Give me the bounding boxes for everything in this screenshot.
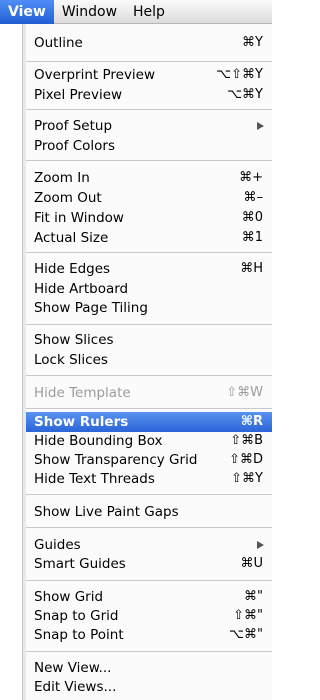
- menu-separator: [26, 252, 272, 253]
- view-menu: Outline ⌘Y Overprint Preview ⌥⇧⌘Y Pixel …: [26, 24, 272, 700]
- menu-item-overprint-preview[interactable]: Overprint Preview ⌥⇧⌘Y: [26, 65, 272, 85]
- menu-item-shortcut: ⌥⇧⌘Y: [216, 67, 263, 82]
- menu-item-show-grid[interactable]: Show Grid ⌘": [26, 587, 272, 607]
- menu-separator: [26, 375, 272, 376]
- menu-item-shortcut: ⌘R: [240, 414, 263, 429]
- menu-separator: [26, 527, 272, 528]
- menu-separator: [26, 109, 272, 110]
- menu-item-shortcut: ⇧⌘D: [229, 452, 263, 467]
- menu-item-label: Overprint Preview: [34, 67, 156, 83]
- menu-item-label: Hide Edges: [34, 261, 111, 277]
- submenu-arrow-icon: [257, 122, 264, 130]
- menu-item-guides[interactable]: Guides: [26, 535, 272, 555]
- menu-item-hide-template: Hide Template ⇧⌘W: [26, 383, 272, 403]
- menu-item-hide-edges[interactable]: Hide Edges ⌘H: [26, 259, 272, 279]
- menu-item-label: Smart Guides: [34, 556, 126, 572]
- menu-item-label: Hide Template: [34, 385, 131, 401]
- menu-item-hide-text-threads[interactable]: Hide Text Threads ⇧⌘Y: [26, 469, 272, 489]
- menu-bar: View Window Help: [0, 0, 272, 24]
- menu-item-label: Show Live Paint Gaps: [34, 504, 179, 520]
- menubar-item-window[interactable]: Window: [54, 0, 125, 24]
- menu-item-label: Show Rulers: [34, 414, 129, 430]
- menu-item-label: Actual Size: [34, 230, 109, 246]
- menu-item-proof-setup[interactable]: Proof Setup: [26, 116, 272, 136]
- menu-item-shortcut: ⇧⌘B: [230, 433, 263, 448]
- menu-item-proof-colors[interactable]: Proof Colors: [26, 136, 272, 156]
- menu-separator: [26, 651, 272, 652]
- menu-item-label: Zoom Out: [34, 190, 102, 206]
- menu-item-shortcut: ⌥⌘": [229, 627, 263, 642]
- menu-item-label: Snap to Point: [34, 627, 124, 643]
- menu-item-label: Show Transparency Grid: [34, 452, 198, 468]
- menu-item-shortcut: ⌘H: [240, 261, 263, 276]
- menu-item-shortcut: ⌘+: [239, 170, 263, 185]
- menu-separator: [26, 494, 272, 495]
- menu-item-shortcut: ⌥⌘Y: [227, 87, 263, 102]
- menu-item-label: Show Grid: [34, 589, 104, 605]
- menu-item-label: Outline: [34, 35, 83, 51]
- menu-item-edit-views[interactable]: Edit Views...: [26, 677, 272, 697]
- menu-item-label: New View...: [34, 660, 112, 676]
- menu-item-show-rulers[interactable]: Show Rulers ⌘R: [26, 412, 272, 432]
- menubar-item-view[interactable]: View: [0, 0, 54, 24]
- menu-item-snap-to-grid[interactable]: Snap to Grid ⇧⌘": [26, 606, 272, 626]
- menu-item-snap-to-point[interactable]: Snap to Point ⌥⌘": [26, 625, 272, 645]
- menu-item-label: Pixel Preview: [34, 87, 123, 103]
- menu-item-label: Edit Views...: [34, 679, 117, 695]
- menu-item-show-live-paint-gaps[interactable]: Show Live Paint Gaps: [26, 502, 272, 522]
- menu-separator: [26, 324, 272, 325]
- menu-item-pixel-preview[interactable]: Pixel Preview ⌥⌘Y: [26, 85, 272, 105]
- menu-separator: [26, 160, 272, 161]
- menu-item-label: Hide Bounding Box: [34, 433, 163, 449]
- menu-item-label: Lock Slices: [34, 352, 108, 368]
- menu-item-label: Fit in Window: [34, 210, 124, 226]
- menu-item-fit-in-window[interactable]: Fit in Window ⌘0: [26, 208, 272, 228]
- menu-item-shortcut: ⌘": [244, 589, 263, 604]
- menu-item-new-view[interactable]: New View...: [26, 658, 272, 678]
- menu-item-shortcut: ⇧⌘W: [226, 385, 263, 400]
- menu-item-shortcut: ⌘0: [241, 210, 263, 225]
- menu-item-actual-size[interactable]: Actual Size ⌘1: [26, 228, 272, 248]
- menu-item-label: Zoom In: [34, 170, 90, 186]
- menu-separator: [26, 580, 272, 581]
- menu-item-label: Proof Setup: [34, 118, 113, 134]
- menu-item-smart-guides[interactable]: Smart Guides ⌘U: [26, 554, 272, 574]
- menu-item-show-slices[interactable]: Show Slices: [26, 330, 272, 350]
- menu-item-label: Show Page Tiling: [34, 300, 148, 316]
- menu-item-label: Hide Artboard: [34, 281, 129, 297]
- menu-item-shortcut: ⇧⌘Y: [231, 471, 263, 486]
- menu-item-hide-bounding-box[interactable]: Hide Bounding Box ⇧⌘B: [26, 431, 272, 451]
- menu-item-lock-slices[interactable]: Lock Slices: [26, 350, 272, 370]
- menu-separator: [26, 408, 272, 409]
- menu-item-shortcut: ⇧⌘": [233, 608, 263, 623]
- menu-item-shortcut: ⌘–: [243, 190, 264, 205]
- menu-item-shortcut: ⌘1: [241, 230, 263, 245]
- menu-item-zoom-out[interactable]: Zoom Out ⌘–: [26, 188, 272, 208]
- submenu-arrow-icon: [257, 541, 264, 549]
- menubar-item-help[interactable]: Help: [125, 0, 173, 24]
- menu-item-label: Show Slices: [34, 332, 114, 348]
- menu-item-label: Guides: [34, 537, 81, 553]
- menu-item-show-transparency-grid[interactable]: Show Transparency Grid ⇧⌘D: [26, 450, 272, 470]
- menu-item-zoom-in[interactable]: Zoom In ⌘+: [26, 168, 272, 188]
- menu-separator: [26, 61, 272, 62]
- menu-item-outline[interactable]: Outline ⌘Y: [26, 33, 272, 53]
- menu-item-label: Hide Text Threads: [34, 471, 155, 487]
- menu-item-hide-artboard[interactable]: Hide Artboard: [26, 279, 272, 299]
- menu-item-shortcut: ⌘Y: [242, 35, 263, 50]
- menu-item-show-page-tiling[interactable]: Show Page Tiling: [26, 298, 272, 318]
- menu-item-label: Snap to Grid: [34, 608, 119, 624]
- menu-item-label: Proof Colors: [34, 138, 115, 154]
- menu-item-shortcut: ⌘U: [240, 556, 263, 571]
